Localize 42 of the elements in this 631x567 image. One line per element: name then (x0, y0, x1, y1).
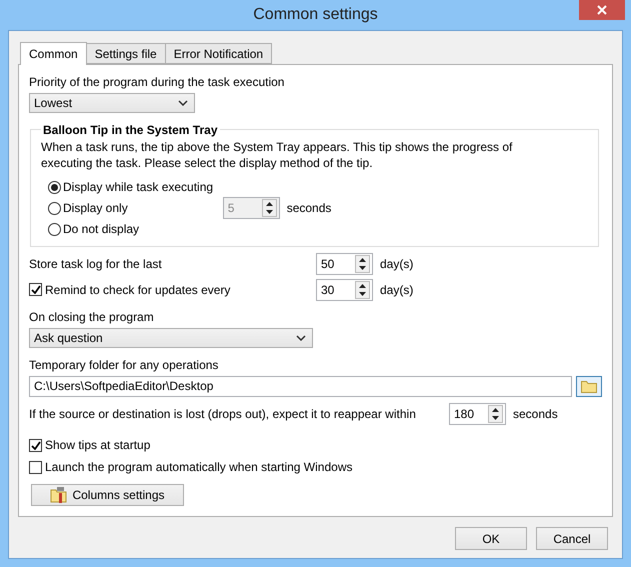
description-text: When a task runs, the tip above the System Tray appears. This tip shows the progress of executing the task. Please select the display method of the tip. (41, 138, 514, 171)
spin-arrows-icon[interactable] (355, 254, 370, 273)
field-label: If the source or destination is lost (drops out), expect it to reappear within (29, 406, 417, 421)
folder-icon (581, 380, 597, 393)
folder-path-field[interactable]: C:\Users\SoftpediaEditor\Desktop (29, 376, 572, 397)
browse-folder-button[interactable] (576, 376, 602, 397)
group-title: Balloon Tip in the System Tray (42, 122, 218, 137)
number-spinner[interactable]: 30 (316, 278, 373, 301)
spin-arrows-icon[interactable] (355, 280, 370, 299)
unit-label: seconds (286, 201, 332, 216)
check-icon (30, 285, 40, 294)
number-spinner[interactable]: 50 (316, 252, 373, 275)
window-title: Common settings (253, 6, 378, 24)
caret-icon (178, 100, 188, 106)
tab[interactable]: Common (20, 42, 87, 65)
checkbox-option[interactable]: Launch the program automatically when starting Windows (29, 460, 352, 474)
tab[interactable]: Error Notification (164, 43, 272, 64)
priority-dropdown[interactable]: Lowest (29, 93, 195, 113)
field-label: Store task log for the last (29, 256, 163, 271)
field-label: Temporary folder for any operations (29, 358, 220, 372)
unit-label: day(s) (380, 282, 414, 297)
caret-icon (296, 334, 306, 341)
spin-arrows-icon[interactable] (488, 404, 503, 423)
tab[interactable]: Settings file (86, 43, 166, 64)
dialog-button[interactable]: OK (455, 527, 527, 550)
close-button[interactable] (579, 0, 625, 20)
field-label: Priority of the program during the task execution (29, 75, 286, 89)
unit-label: seconds (513, 406, 558, 421)
checkbox-option[interactable]: Show tips at startup (29, 438, 150, 452)
check-icon (30, 440, 40, 450)
columns-settings-button[interactable]: Columns settings (31, 484, 184, 506)
unit-label: day(s) (380, 256, 414, 271)
dialog-button[interactable]: Cancel (536, 527, 608, 550)
radio-option[interactable]: Do not display (48, 222, 140, 236)
checkbox-option[interactable]: Remind to check for updates every (29, 282, 316, 297)
radio-option[interactable]: Display while task executing (48, 180, 214, 194)
number-spinner[interactable]: 180 (449, 402, 506, 425)
field-label: On closing the program (29, 310, 155, 324)
folder-tools-icon (50, 486, 68, 504)
closing-dropdown[interactable]: Ask question (29, 328, 313, 348)
close-icon (597, 5, 607, 15)
radio-option[interactable]: Display only (48, 201, 128, 216)
